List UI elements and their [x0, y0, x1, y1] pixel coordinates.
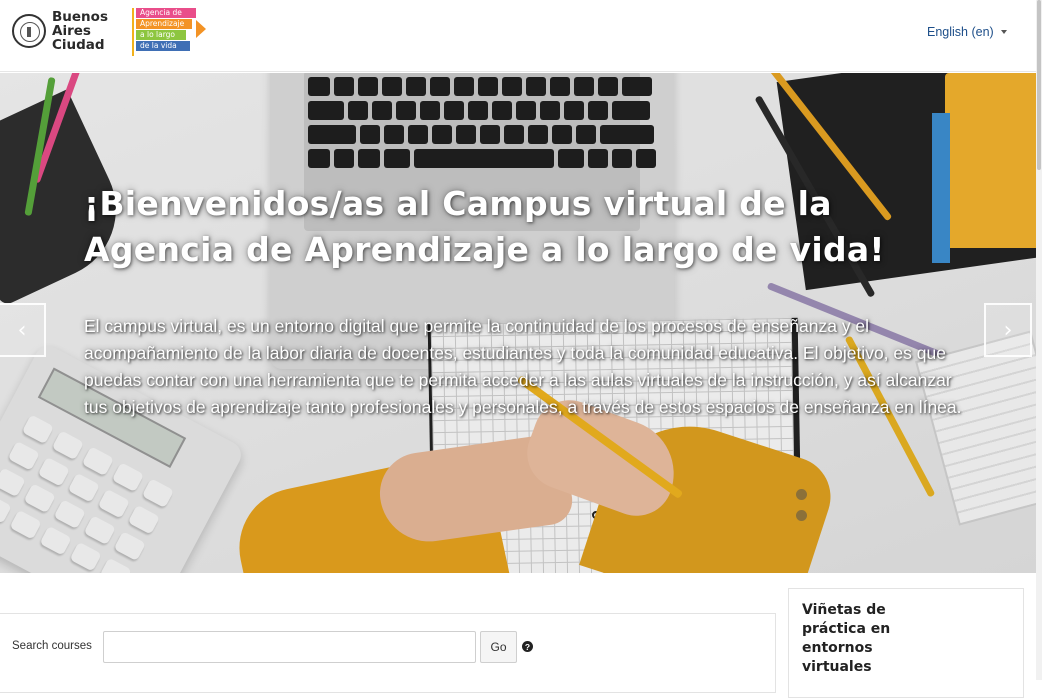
- hero-title: ¡Bienvenidos/as al Campus virtual de la …: [84, 184, 885, 269]
- agencia-logo[interactable]: Agencia de Aprendizaje a lo largo de la …: [136, 6, 206, 56]
- carousel-prev-button[interactable]: ‹: [0, 303, 46, 357]
- hero-description: El campus virtual, es un entorno digital…: [84, 316, 962, 417]
- city-seal-icon: [12, 14, 46, 48]
- buenos-aires-logo[interactable]: Buenos Aires Ciudad: [12, 10, 108, 52]
- carousel-next-button[interactable]: ›: [984, 303, 1032, 357]
- hero-carousel: ¡Bienvenidos/as al Campus virtual de la …: [0, 73, 1036, 573]
- chevron-left-icon: ‹: [17, 317, 27, 343]
- agencia-arrow-icon: [196, 20, 206, 38]
- logo-word-3: Ciudad: [52, 37, 105, 53]
- question-circle-icon[interactable]: ?: [522, 641, 533, 652]
- page-scrollbar[interactable]: [1036, 0, 1042, 680]
- logo-word-1: Buenos: [52, 9, 108, 25]
- search-courses-input[interactable]: [103, 631, 476, 663]
- sidebar-block: Viñetas de práctica en entornos virtuale…: [788, 588, 1024, 698]
- site-header: Buenos Aires Ciudad Agencia de Aprendiza…: [0, 0, 1036, 72]
- carousel-indicator[interactable]: [796, 510, 807, 521]
- logo-word-2: Aires: [52, 23, 91, 39]
- agencia-logo-line-4: de la vida: [136, 41, 190, 51]
- agencia-logo-line-1: Agencia de: [136, 8, 196, 18]
- search-go-button[interactable]: Go: [480, 631, 517, 663]
- scrollbar-thumb[interactable]: [1037, 0, 1041, 170]
- course-search-panel: Search courses Go ?: [0, 613, 776, 693]
- logo-divider: [132, 8, 134, 56]
- language-label: English (en): [927, 25, 994, 39]
- carousel-indicator[interactable]: [796, 489, 807, 500]
- caret-down-icon: [1000, 30, 1007, 34]
- carousel-indicators: [796, 489, 807, 521]
- agencia-logo-line-2: Aprendizaje: [136, 19, 192, 29]
- search-courses-label: Search courses: [12, 640, 92, 652]
- logo-wordmark: Buenos Aires Ciudad: [52, 10, 108, 52]
- sidebar-block-title: Viñetas de práctica en entornos virtuale…: [802, 602, 891, 675]
- chevron-right-icon: ›: [1003, 317, 1013, 343]
- language-menu[interactable]: English (en): [927, 25, 1007, 39]
- agencia-logo-line-3: a lo largo: [136, 30, 186, 40]
